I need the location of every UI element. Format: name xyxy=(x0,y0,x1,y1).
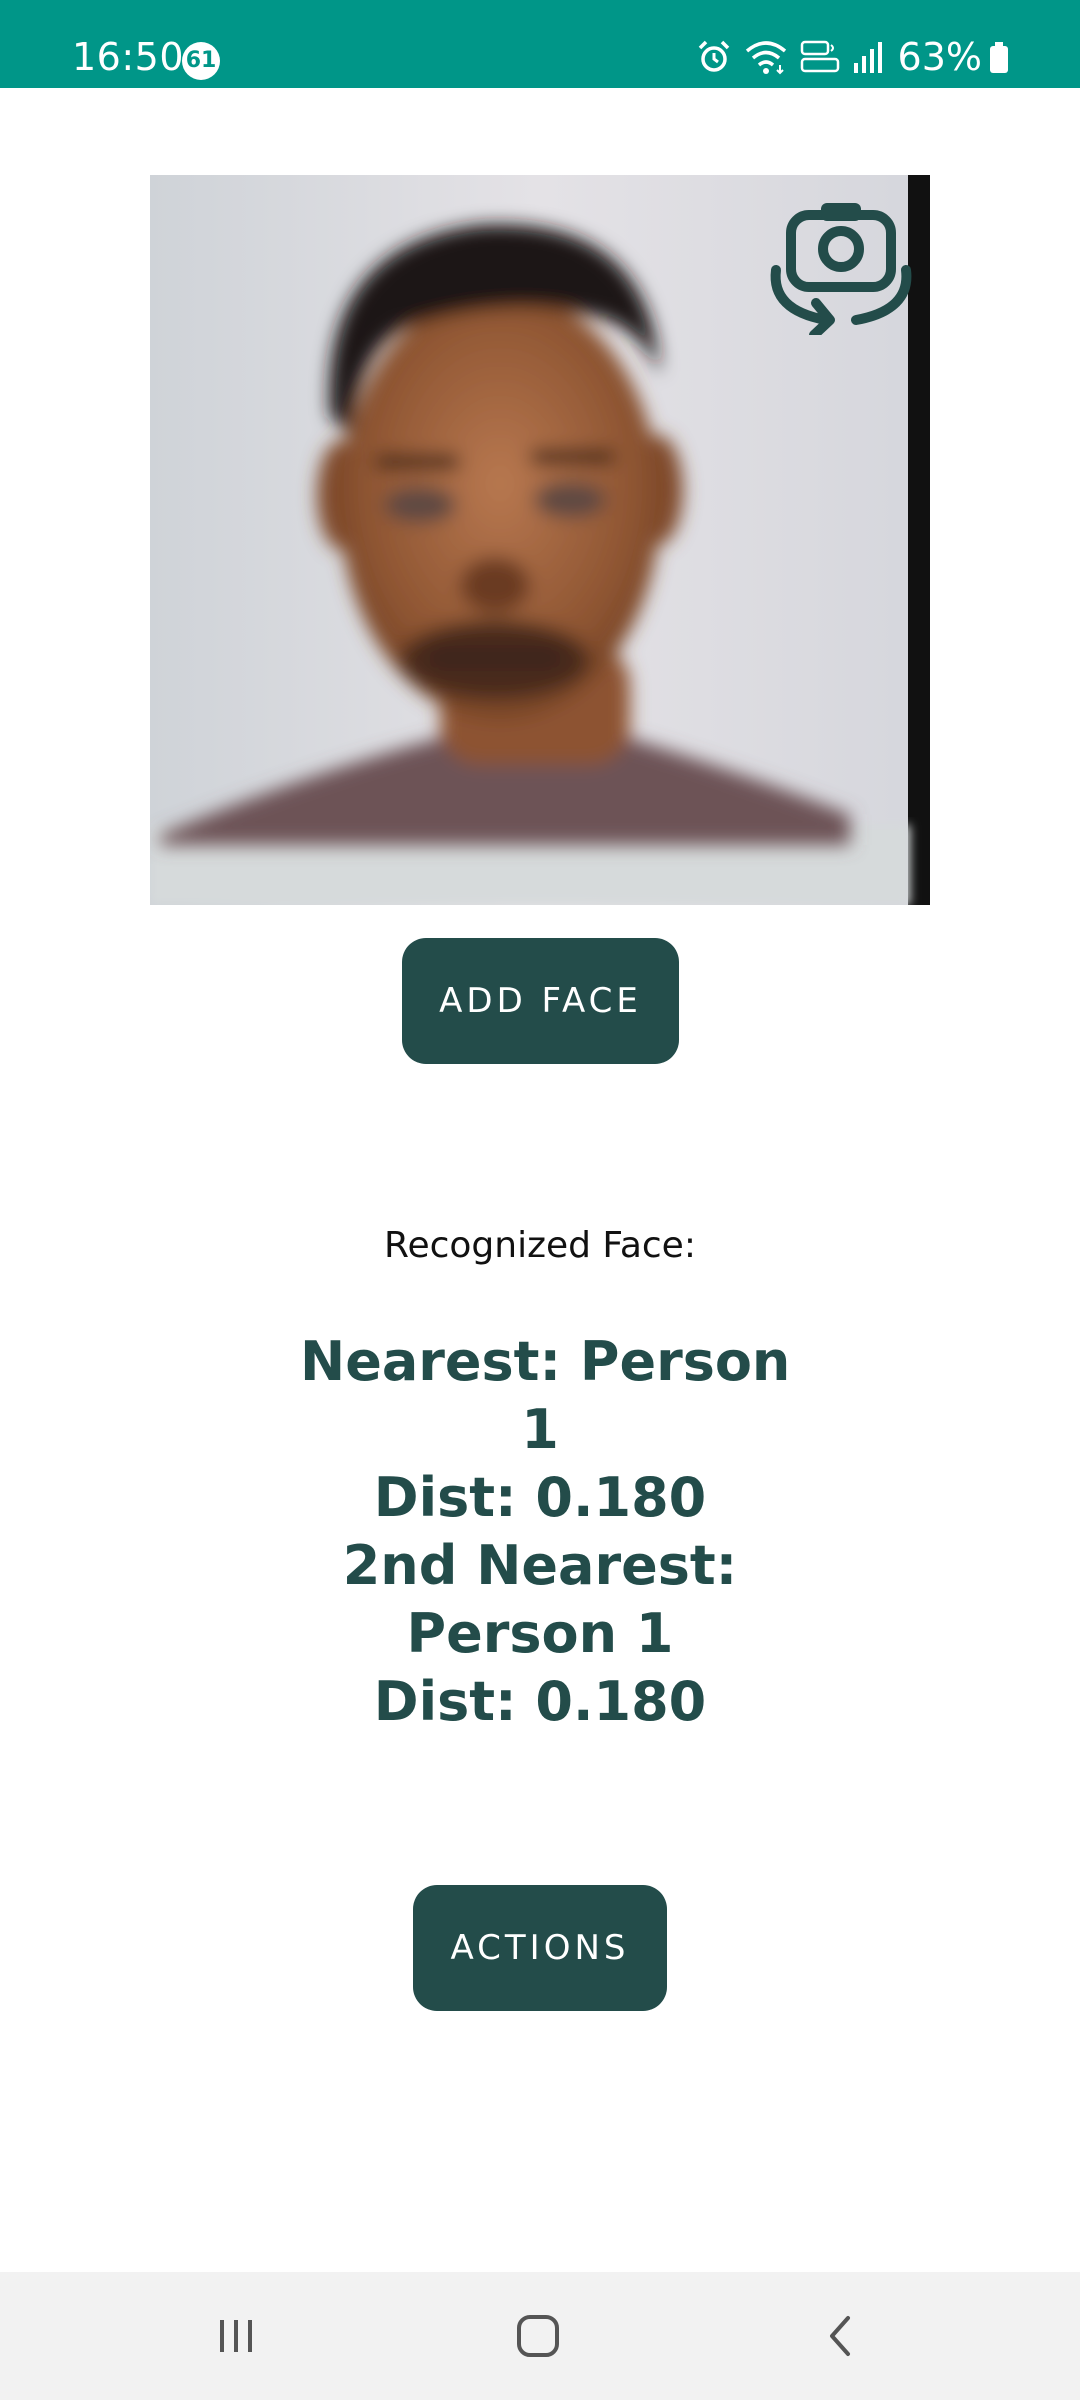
volte-icon xyxy=(800,39,840,75)
camera-preview[interactable] xyxy=(150,175,930,905)
result-line-second-nearest-dist: Dist: 0.180 xyxy=(373,1670,707,1733)
notification-count-badge: 61 xyxy=(182,42,220,80)
result-line-second-nearest: 2nd Nearest: xyxy=(342,1534,738,1597)
recognized-face-label: Recognized Face: xyxy=(384,1225,696,1266)
result-line-second-nearest-person: Person 1 xyxy=(406,1602,674,1665)
add-face-button[interactable]: ADD FACE xyxy=(402,938,679,1064)
result-line-nearest-dist: Dist: 0.180 xyxy=(373,1466,707,1529)
home-icon xyxy=(517,2315,559,2357)
battery-icon xyxy=(988,39,1010,75)
switch-camera-button[interactable] xyxy=(766,185,916,340)
back-button[interactable] xyxy=(760,2272,920,2400)
recent-apps-icon xyxy=(220,2320,252,2352)
result-line-nearest-id: 1 xyxy=(521,1398,559,1461)
back-icon xyxy=(830,2316,850,2356)
battery-percent: 63% xyxy=(897,35,982,79)
signal-icon xyxy=(852,39,884,75)
recent-apps-button[interactable] xyxy=(156,2272,316,2400)
wifi-icon xyxy=(744,39,788,75)
status-time: 16:50 xyxy=(72,35,185,79)
alarm-icon xyxy=(696,39,732,75)
status-icons: 63% xyxy=(684,34,1010,80)
switch-camera-icon xyxy=(770,203,912,340)
navigation-bar xyxy=(0,2272,1080,2400)
result-line-nearest: Nearest: Person xyxy=(300,1330,791,1393)
actions-button[interactable]: ACTIONS xyxy=(413,1885,667,2011)
recognition-result: Nearest: Person 1 Dist: 0.180 2nd Neares… xyxy=(300,1328,791,1736)
status-bar: 16:50 61 63% xyxy=(0,0,1080,88)
home-button[interactable] xyxy=(458,2272,618,2400)
